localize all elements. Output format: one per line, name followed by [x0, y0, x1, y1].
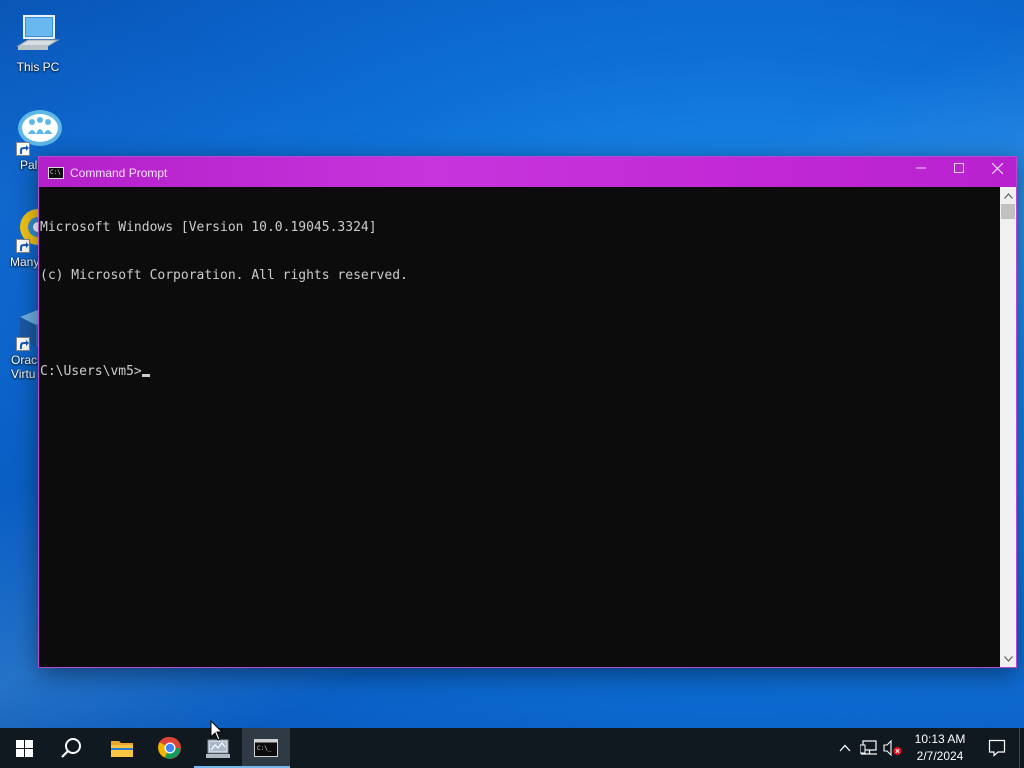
clock-time: 10:13 AM [914, 732, 966, 746]
window-controls [902, 157, 1016, 187]
clock-date: 2/7/2024 [916, 749, 964, 763]
scroll-thumb[interactable] [1001, 204, 1015, 219]
paltalk-icon [16, 108, 64, 156]
scroll-down-button[interactable] [1000, 650, 1016, 667]
action-center-button[interactable] [975, 728, 1019, 768]
network-icon [860, 740, 877, 755]
close-icon [991, 162, 1003, 174]
folder-icon [111, 741, 133, 757]
taskbar-command-prompt[interactable]: C:\_ [242, 728, 290, 768]
chrome-icon [158, 736, 181, 759]
command-prompt-window[interactable]: C:\ Command Prompt Microsoft Windows [Ve… [38, 156, 1017, 668]
shortcut-arrow-icon [16, 142, 30, 156]
minimize-button[interactable] [902, 157, 940, 179]
svg-text:C:\_: C:\_ [257, 745, 272, 752]
show-desktop-button[interactable] [1019, 728, 1024, 768]
minimize-icon [916, 167, 926, 169]
window-title: Command Prompt [70, 166, 168, 180]
search-icon [61, 738, 81, 758]
windows-logo-icon [15, 739, 33, 757]
console-line: (c) Microsoft Corporation. All rights re… [40, 268, 408, 283]
taskbar: C:\_ 10:13 AM 2/7/2024 [0, 728, 1024, 768]
volume-tray-button[interactable] [881, 728, 905, 768]
console-line: Microsoft Windows [Version 10.0.19045.33… [40, 220, 377, 235]
chevron-up-icon [839, 744, 851, 752]
shortcut-arrow-icon [16, 239, 30, 253]
console-prompt-line: C:\Users\vm5> [40, 364, 1000, 380]
search-button[interactable] [48, 728, 96, 768]
maximize-button[interactable] [940, 157, 978, 179]
console-prompt: C:\Users\vm5> [40, 364, 142, 379]
taskbar-chrome[interactable] [146, 728, 194, 768]
scroll-up-button[interactable] [1000, 187, 1016, 204]
window-titlebar[interactable]: C:\ Command Prompt [39, 157, 1016, 187]
show-hidden-icons-button[interactable] [833, 728, 857, 768]
text-cursor [141, 374, 150, 377]
start-button[interactable] [0, 728, 48, 768]
console-output[interactable]: Microsoft Windows [Version 10.0.19045.33… [39, 187, 1000, 667]
cmd-icon: C:\ [48, 167, 64, 179]
volume-muted-icon [883, 740, 902, 756]
shortcut-arrow-icon [16, 337, 30, 351]
desktop-icon-label: This PC [16, 60, 60, 74]
this-pc-icon [14, 10, 62, 58]
chevron-up-icon [1003, 192, 1013, 199]
desktop-icon-this-pc[interactable]: This PC [0, 10, 76, 74]
network-tray-button[interactable] [857, 728, 881, 768]
mouse-pointer-icon [210, 719, 224, 747]
vertical-scrollbar[interactable] [1000, 187, 1016, 667]
maximize-icon [954, 163, 964, 173]
system-tray: 10:13 AM 2/7/2024 [833, 728, 1024, 768]
close-button[interactable] [978, 157, 1016, 179]
taskbar-file-explorer[interactable] [98, 728, 146, 768]
chevron-down-icon [1003, 655, 1013, 662]
cmd-icon: C:\_ [254, 739, 278, 757]
notification-icon [988, 739, 1006, 757]
taskbar-clock[interactable]: 10:13 AM 2/7/2024 [905, 731, 975, 765]
